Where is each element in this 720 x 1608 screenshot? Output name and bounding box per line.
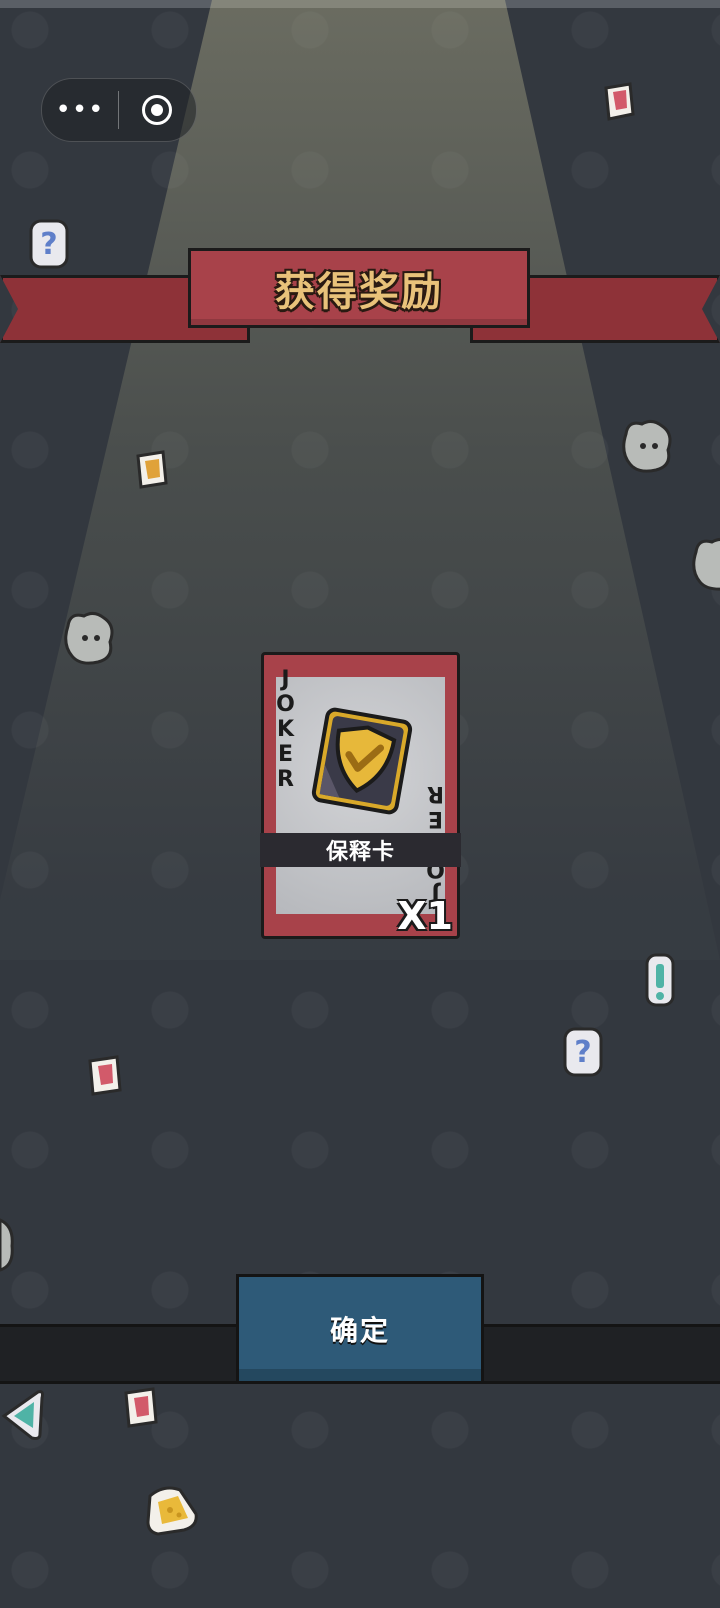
mouse-sticker [622, 419, 672, 473]
svg-text:?: ? [40, 227, 57, 262]
mouse-sticker [692, 537, 720, 591]
card-count: X1 [397, 894, 453, 938]
reward-banner: 获得奖励 [188, 248, 530, 328]
exclamation-sticker [645, 953, 675, 1007]
confirm-label: 确定 [329, 1314, 390, 1347]
question-sticker: ? [563, 1027, 603, 1077]
card-sticker [604, 82, 635, 121]
svg-text:?: ? [574, 1035, 591, 1070]
reward-card: JOKER JOKER 保释卡 X1 [260, 652, 461, 939]
card-sticker [136, 450, 168, 489]
question-sticker: ? [29, 219, 69, 269]
target-close-icon [142, 95, 172, 125]
shield-check-card-icon [311, 707, 413, 815]
card-label-bar: 保释卡 [260, 833, 461, 867]
card-sticker [88, 1055, 122, 1096]
card-sticker [124, 1387, 158, 1428]
card-name: 保释卡 [325, 840, 395, 865]
reward-title: 获得奖励 [275, 269, 443, 315]
more-dots-icon: ••• [55, 95, 105, 125]
triangle-sticker [1, 1390, 44, 1440]
confirm-button[interactable]: 确定 [236, 1274, 484, 1384]
mouse-sticker [64, 611, 114, 665]
close-program-button[interactable] [119, 79, 195, 141]
mouse-sticker [0, 1218, 14, 1272]
cheese-sticker [146, 1486, 198, 1536]
mini-program-capsule: ••• [41, 78, 197, 142]
joker-text-top: JOKER [273, 667, 298, 792]
more-menu-button[interactable]: ••• [42, 79, 118, 141]
